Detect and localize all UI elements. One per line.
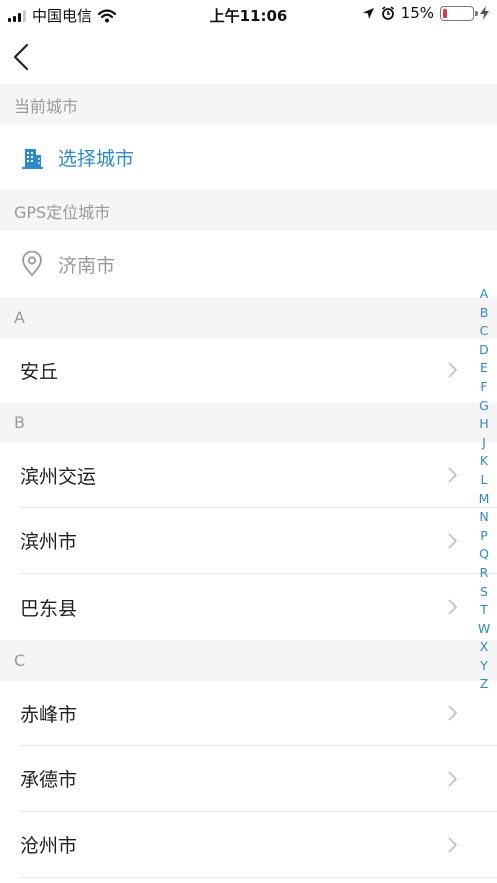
- index-letter[interactable]: Y: [480, 657, 488, 676]
- group-letter: A: [14, 308, 25, 327]
- index-letter[interactable]: P: [480, 527, 488, 546]
- chevron-right-icon: [448, 770, 458, 787]
- index-letter[interactable]: R: [480, 564, 489, 583]
- index-letter[interactable]: D: [479, 341, 489, 360]
- city-row[interactable]: 巴东县: [0, 574, 497, 640]
- city-name: 滨州市: [20, 531, 78, 553]
- gps-city-header: GPS定位城市: [0, 190, 497, 231]
- chevron-right-icon: [448, 599, 458, 615]
- index-letter[interactable]: A: [480, 285, 489, 304]
- index-letter[interactable]: N: [479, 508, 488, 527]
- location-arrow-icon: [362, 7, 374, 19]
- battery-icon: [440, 5, 478, 21]
- city-row[interactable]: 沧州市: [0, 812, 497, 877]
- index-letter[interactable]: F: [480, 378, 487, 397]
- row-divider: [20, 877, 497, 878]
- charging-bolt-icon: [480, 6, 489, 20]
- index-letter[interactable]: Q: [479, 545, 489, 564]
- city-name: 承德市: [20, 769, 78, 791]
- back-chevron-icon[interactable]: [10, 42, 34, 72]
- index-letter[interactable]: J: [482, 434, 486, 453]
- city-row[interactable]: 赤峰市: [0, 681, 497, 745]
- city-row[interactable]: 滨州市: [0, 508, 497, 573]
- chevron-right-icon: [448, 836, 458, 853]
- alarm-icon: [381, 6, 394, 20]
- index-letter[interactable]: C: [480, 322, 489, 341]
- alphabet-index[interactable]: ABCDEFGHJKLMNPQRSTWXYZ: [475, 285, 493, 694]
- chevron-right-icon: [448, 705, 458, 721]
- city-row[interactable]: 承德市: [0, 746, 497, 811]
- city-name: 滨州交运: [20, 465, 97, 488]
- select-city-row[interactable]: 选择城市: [0, 125, 497, 190]
- chevron-right-icon: [448, 532, 458, 549]
- gps-city-row[interactable]: 济南市: [0, 231, 497, 297]
- index-letter[interactable]: B: [480, 304, 489, 323]
- index-letter[interactable]: H: [479, 415, 488, 434]
- group-header-b: B: [0, 402, 497, 443]
- group-letter: C: [14, 651, 26, 670]
- index-letter[interactable]: G: [479, 397, 489, 416]
- index-letter[interactable]: Z: [480, 675, 489, 694]
- gps-city-header-label: GPS定位城市: [14, 202, 111, 222]
- city-row[interactable]: 安丘: [0, 338, 497, 402]
- index-letter[interactable]: W: [478, 620, 490, 639]
- group-header-a: A: [0, 297, 497, 338]
- index-letter[interactable]: M: [479, 490, 490, 509]
- battery-percent: 15%: [400, 4, 434, 22]
- gps-city-label: 济南市: [58, 254, 116, 277]
- city-name: 巴东县: [20, 597, 78, 620]
- select-city-label: 选择城市: [58, 148, 135, 170]
- chevron-right-icon: [448, 467, 458, 483]
- location-pin-icon: [22, 251, 42, 277]
- index-letter[interactable]: K: [480, 452, 488, 471]
- navigation-bar: [0, 30, 497, 84]
- current-city-header: 当前城市: [0, 84, 497, 125]
- index-letter[interactable]: L: [481, 471, 488, 490]
- group-header-c: C: [0, 640, 497, 681]
- building-icon: [22, 148, 43, 169]
- city-row[interactable]: 滨州交运: [0, 443, 497, 507]
- index-letter[interactable]: X: [480, 638, 489, 657]
- city-name: 赤峰市: [20, 703, 78, 726]
- city-name: 沧州市: [20, 835, 78, 857]
- index-letter[interactable]: S: [480, 583, 488, 602]
- status-bar: 中国电信 上午11:06 15%: [0, 0, 497, 30]
- index-letter[interactable]: T: [480, 601, 488, 620]
- chevron-right-icon: [448, 362, 458, 378]
- current-city-header-label: 当前城市: [14, 96, 79, 116]
- group-letter: B: [14, 413, 25, 432]
- city-name: 安丘: [20, 360, 59, 383]
- index-letter[interactable]: E: [480, 359, 488, 378]
